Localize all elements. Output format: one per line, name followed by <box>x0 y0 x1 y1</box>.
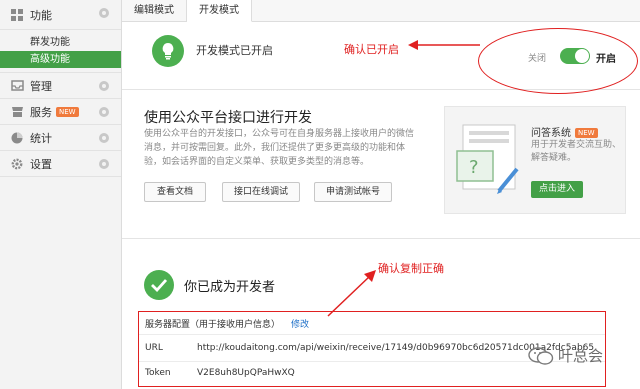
grid-icon <box>10 8 24 22</box>
apply-test-account-button[interactable]: 申请测试帐号 <box>314 182 392 202</box>
mode-tabs: 编辑模式 开发模式 <box>122 0 640 22</box>
expand-icon[interactable] <box>99 107 109 117</box>
token-value: V2E8uh8UpQPaHwXQ <box>197 368 295 378</box>
checkmark-icon <box>144 270 174 300</box>
store-icon <box>10 105 24 119</box>
url-label: URL <box>145 343 163 353</box>
new-badge: NEW <box>56 106 79 117</box>
annotation-enabled: 确认已开启 <box>344 43 399 56</box>
sidebar-group-label: 管理 <box>30 79 52 93</box>
token-label: Token <box>145 368 171 378</box>
sidebar-group-settings[interactable]: 设置 <box>0 151 121 177</box>
qa-system-card: ? 问答系统 NEW 用于开发者交流互助、解答疑难。 点击进入 <box>444 106 626 214</box>
gear-icon <box>10 157 24 171</box>
dev-mode-toggle[interactable] <box>560 48 590 64</box>
view-docs-button[interactable]: 查看文档 <box>144 182 206 202</box>
toggle-on-label: 开启 <box>596 54 616 65</box>
sidebar-group-label: 功能 <box>30 8 52 22</box>
edit-link[interactable]: 修改 <box>291 317 309 330</box>
tab-edit-mode[interactable]: 编辑模式 <box>122 0 187 22</box>
inbox-icon <box>10 79 24 93</box>
dev-mode-status: 开发模式已开启 <box>196 44 273 57</box>
api-section: 使用公众平台接口进行开发 使用公众平台的开发接口，公众号可在自身服务器上接收用户… <box>122 91 640 239</box>
api-description: 使用公众平台的开发接口，公众号可在自身服务器上接收用户的微信消息，并可按需回复。… <box>144 129 415 167</box>
sidebar-item-advanced[interactable]: 高级功能 <box>0 51 121 68</box>
online-debug-button[interactable]: 接口在线调试 <box>222 182 300 202</box>
sidebar-group-label: 设置 <box>30 157 52 171</box>
annotation-copy-correct: 确认复制正确 <box>378 262 444 275</box>
expand-icon[interactable] <box>99 159 109 169</box>
new-badge: NEW <box>575 128 598 138</box>
sidebar-group-label: 服务 <box>30 105 52 119</box>
annotation-arrow <box>408 40 480 50</box>
expand-icon[interactable] <box>99 133 109 143</box>
expand-icon[interactable] <box>99 8 109 18</box>
qa-title: 问答系统 NEW <box>531 124 598 139</box>
divider <box>139 334 605 335</box>
api-title: 使用公众平台接口进行开发 <box>144 110 312 126</box>
sidebar-group-manage[interactable]: 管理 <box>0 73 121 99</box>
sidebar-group-service[interactable]: 服务 NEW <box>0 99 121 125</box>
sidebar: 功能 群发功能 高级功能 管理 服务 NEW 统计 设置 <box>0 0 122 389</box>
watermark: 叶总会 <box>528 345 603 366</box>
svg-text:?: ? <box>469 157 479 178</box>
sidebar-group-stats[interactable]: 统计 <box>0 125 121 151</box>
watermark-text: 叶总会 <box>558 347 604 365</box>
sidebar-sub-list: 群发功能 高级功能 <box>0 30 121 73</box>
sidebar-item-mass-send[interactable]: 群发功能 <box>0 34 121 51</box>
developer-section: 你已成为开发者 确认复制正确 服务器配置（用于接收用户信息） 修改 URL ht… <box>122 240 640 389</box>
server-config-label: 服务器配置（用于接收用户信息） <box>145 320 281 330</box>
toggle-off-label: 关闭 <box>528 54 547 64</box>
dev-mode-bar: 开发模式已开启 确认已开启 关闭 开启 <box>122 22 640 94</box>
expand-icon[interactable] <box>99 81 109 91</box>
wechat-logo-icon <box>528 346 554 365</box>
qa-illustration-icon: ? <box>456 124 519 194</box>
enter-qa-button[interactable]: 点击进入 <box>531 181 583 198</box>
qa-description: 用于开发者交流互助、解答疑难。 <box>531 140 622 163</box>
sidebar-group-label: 统计 <box>30 131 52 145</box>
pie-icon <box>10 131 24 145</box>
sidebar-group-features[interactable]: 功能 <box>0 0 121 30</box>
tab-dev-mode[interactable]: 开发模式 <box>187 0 252 22</box>
developer-title: 你已成为开发者 <box>184 280 276 295</box>
main-content: 开发模式已开启 确认已开启 关闭 开启 使用公众平台接口进行开发 使用公众平台的… <box>122 22 640 389</box>
lightbulb-icon <box>152 35 184 67</box>
